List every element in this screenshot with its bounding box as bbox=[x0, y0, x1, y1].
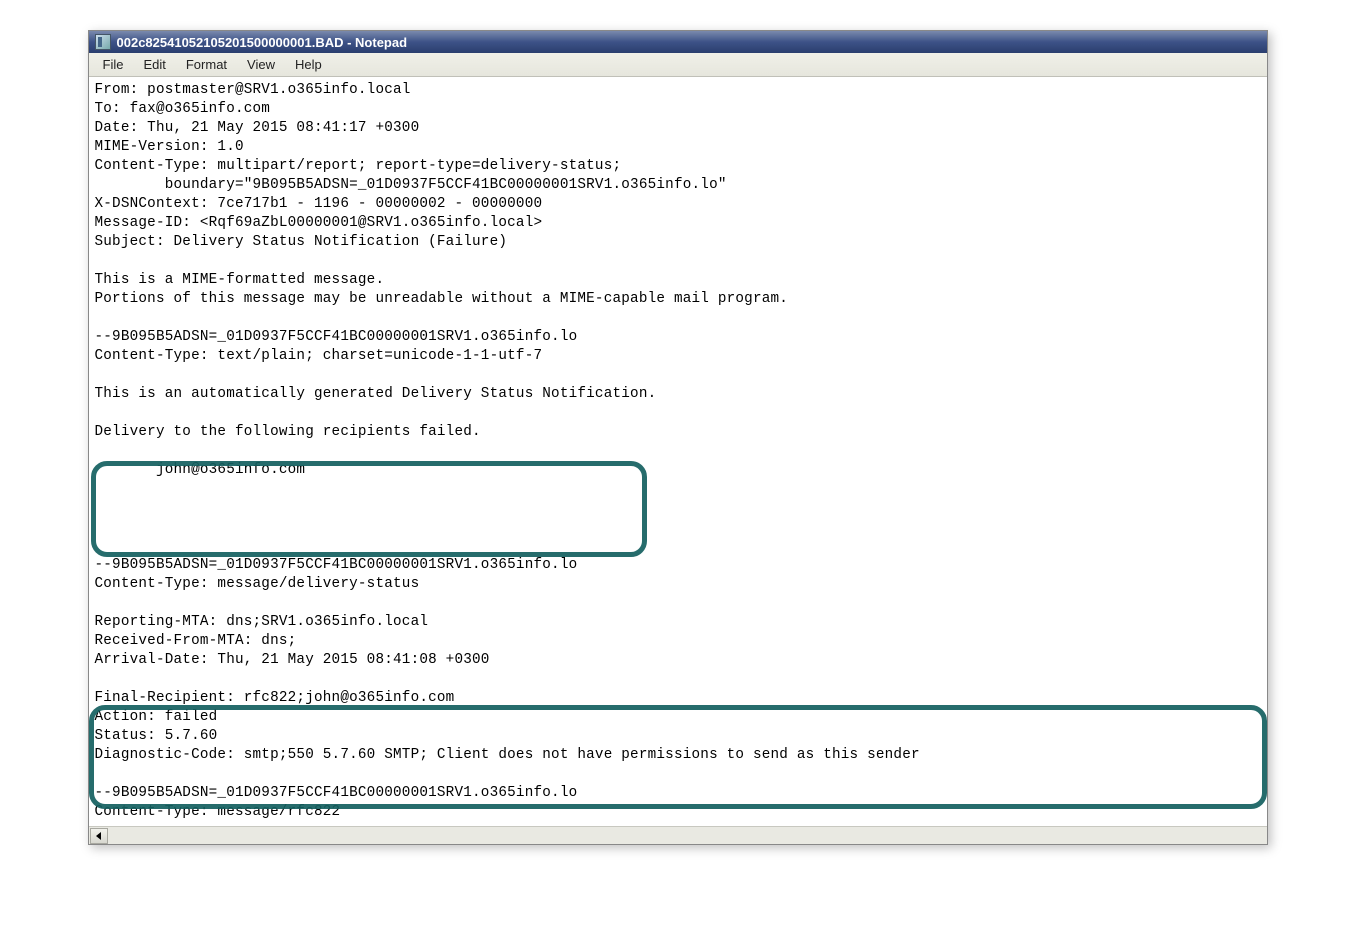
content-area[interactable]: From: postmaster@SRV1.o365info.local To:… bbox=[89, 77, 1267, 826]
notepad-window: 002c82541052105201500000001.BAD - Notepa… bbox=[88, 30, 1268, 845]
window-title: 002c82541052105201500000001.BAD - Notepa… bbox=[117, 35, 408, 50]
notepad-icon bbox=[95, 34, 111, 50]
menu-file[interactable]: File bbox=[95, 55, 132, 74]
menu-help[interactable]: Help bbox=[287, 55, 330, 74]
menubar: File Edit Format View Help bbox=[89, 53, 1267, 77]
menu-edit[interactable]: Edit bbox=[135, 55, 173, 74]
scroll-left-button[interactable] bbox=[90, 828, 108, 844]
menu-view[interactable]: View bbox=[239, 55, 283, 74]
menu-format[interactable]: Format bbox=[178, 55, 235, 74]
horizontal-scrollbar[interactable] bbox=[89, 826, 1267, 844]
text-content[interactable]: From: postmaster@SRV1.o365info.local To:… bbox=[93, 79, 1263, 824]
titlebar[interactable]: 002c82541052105201500000001.BAD - Notepa… bbox=[89, 31, 1267, 53]
